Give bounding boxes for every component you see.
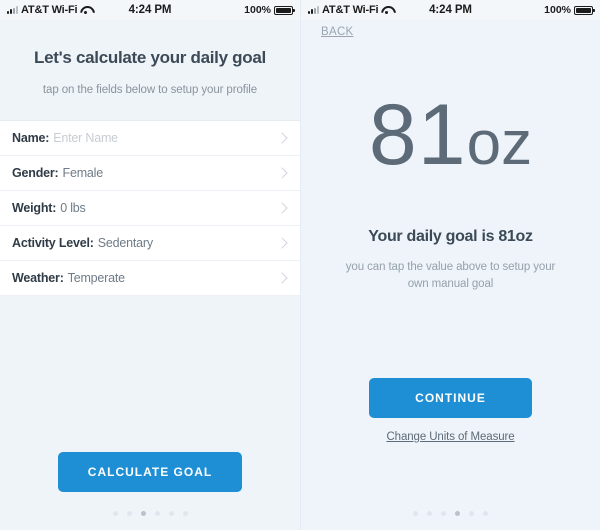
field-value-activity-level: Sedentary <box>97 236 153 250</box>
signal-bars-icon <box>7 6 18 14</box>
pagination-dot[interactable] <box>441 511 446 516</box>
field-label-weather: Weather: <box>12 271 64 285</box>
signal-bars-icon <box>308 6 319 14</box>
status-bar-left: AT&T Wi-Fi 4:24 PM 100% <box>0 0 300 20</box>
battery-full-icon <box>574 5 596 15</box>
chevron-right-icon <box>276 237 288 249</box>
field-row-weather[interactable]: Weather: Temperate <box>0 261 300 296</box>
pagination-dot[interactable] <box>413 511 418 516</box>
pagination-dot[interactable] <box>427 511 432 516</box>
pagination-dot[interactable] <box>168 511 174 516</box>
clock-label: 4:24 PM <box>128 4 172 16</box>
status-bar-right-group: 100% <box>171 4 296 16</box>
carrier-label: AT&T Wi-Fi <box>21 4 78 16</box>
pagination-dot-active[interactable] <box>140 511 146 516</box>
pagination-dot[interactable] <box>182 511 188 516</box>
daily-goal-number: 81 <box>368 87 467 183</box>
field-row-weight[interactable]: Weight: 0 lbs <box>0 191 300 226</box>
hero-section: Let's calculate your daily goal tap on t… <box>0 20 300 120</box>
calculate-goal-button-wrap: CALCULATE GOAL <box>0 452 300 492</box>
profile-form: Name: Enter Name Gender: Female Weight: … <box>0 120 300 296</box>
pagination-dot[interactable] <box>483 511 488 516</box>
field-value-name: Enter Name <box>53 131 118 145</box>
back-link[interactable]: BACK <box>301 20 354 38</box>
battery-percent-label: 100% <box>244 4 272 16</box>
change-units-link[interactable]: Change Units of Measure <box>301 431 600 443</box>
wifi-icon <box>381 6 392 14</box>
pagination-dot[interactable] <box>469 511 474 516</box>
daily-goal-unit: oz <box>466 109 533 178</box>
field-value-weight: 0 lbs <box>60 201 86 215</box>
status-bar-left-group: AT&T Wi-Fi <box>7 4 129 16</box>
pagination-dot-active[interactable] <box>455 511 460 516</box>
daily-goal-summary: Your daily goal is 81oz <box>368 228 533 245</box>
page-title: Let's calculate your daily goal <box>34 48 266 67</box>
page-subtitle: tap on the fields below to setup your pr… <box>42 84 258 96</box>
pagination-dot[interactable] <box>154 511 160 516</box>
continue-button-wrap: CONTINUE <box>301 378 600 418</box>
field-label-name: Name: <box>12 131 50 145</box>
chevron-right-icon <box>276 202 288 214</box>
carrier-label: AT&T Wi-Fi <box>322 4 379 16</box>
battery-full-icon <box>274 5 296 15</box>
status-bar-right-group: 100% <box>472 4 596 16</box>
daily-goal-hint: you can tap the value above to setup you… <box>345 261 556 290</box>
pagination-dots-right[interactable] <box>301 511 600 516</box>
field-value-weather: Temperate <box>67 271 125 285</box>
battery-percent-label: 100% <box>544 4 572 16</box>
chevron-right-icon <box>276 167 288 179</box>
status-bar-left-group: AT&T Wi-Fi <box>308 4 429 16</box>
field-label-gender: Gender: <box>12 166 59 180</box>
daily-goal-result-screen: AT&T Wi-Fi 4:24 PM 100% BACK 81oz Your d… <box>300 0 600 530</box>
field-row-gender[interactable]: Gender: Female <box>0 156 300 191</box>
chevron-right-icon <box>276 272 288 284</box>
field-row-activity-level[interactable]: Activity Level: Sedentary <box>0 226 300 261</box>
field-label-weight: Weight: <box>12 201 57 215</box>
pagination-dots-left[interactable] <box>0 511 300 516</box>
continue-button[interactable]: CONTINUE <box>369 378 532 418</box>
daily-goal-value-display[interactable]: 81oz <box>301 92 600 178</box>
pagination-dot[interactable] <box>112 511 118 516</box>
dual-screen-comparison: AT&T Wi-Fi 4:24 PM 100% Let's calculate … <box>0 0 600 530</box>
profile-setup-screen: AT&T Wi-Fi 4:24 PM 100% Let's calculate … <box>0 0 300 530</box>
field-label-activity-level: Activity Level: <box>12 236 94 250</box>
calculate-goal-button[interactable]: CALCULATE GOAL <box>57 452 243 492</box>
chevron-right-icon <box>276 132 288 144</box>
clock-label: 4:24 PM <box>429 4 472 16</box>
wifi-icon <box>80 6 91 14</box>
field-value-gender: Female <box>62 166 104 180</box>
status-bar-right: AT&T Wi-Fi 4:24 PM 100% <box>301 0 600 20</box>
field-row-name[interactable]: Name: Enter Name <box>0 121 300 156</box>
pagination-dot[interactable] <box>126 511 132 516</box>
